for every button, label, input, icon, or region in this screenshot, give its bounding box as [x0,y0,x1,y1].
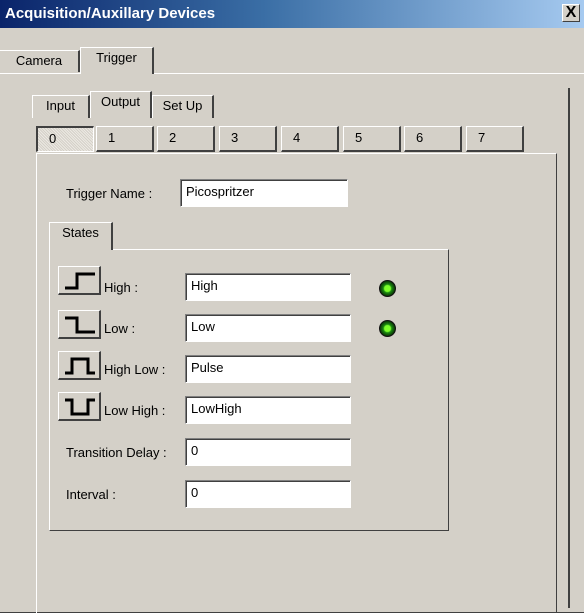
low-field[interactable]: Low [185,314,351,342]
high-field[interactable]: High [185,273,351,301]
tab-trigger[interactable]: Trigger [80,47,154,74]
channel-label-7: 7 [478,130,486,145]
positive-pulse-icon [65,357,95,375]
tab-setup[interactable]: Set Up [152,95,214,118]
channel-button-3[interactable]: 3 [219,126,277,152]
negative-pulse-icon [65,398,95,416]
channel-button-6[interactable]: 6 [404,126,462,152]
tab-output-label: Output [100,94,141,109]
window-title: Acquisition/Auxillary Devices [5,5,216,22]
tab-trigger-label: Trigger [96,50,137,65]
high-label: High : [104,280,138,295]
low-high-label: Low High : [104,403,166,418]
transition-delay-field[interactable]: 0 [185,438,351,466]
channel-label-6: 6 [416,130,424,145]
interval-label: Interval : [66,487,116,502]
tab-camera-label: Camera [15,53,63,68]
trigger-name-label: Trigger Name : [66,186,153,201]
close-icon: X [565,4,577,21]
falling-edge-icon [65,316,95,334]
close-button[interactable]: X [562,4,580,22]
tab-output[interactable]: Output [90,91,152,118]
low-label: Low : [104,321,136,336]
interval-field[interactable]: 0 [185,480,351,508]
window-title-bar: Acquisition/Auxillary Devices [0,0,584,28]
transition-delay-label: Transition Delay : [66,445,167,460]
tab-input[interactable]: Input [32,95,90,118]
channel-label-2: 2 [169,130,177,145]
high-indicator-led [379,280,396,297]
high-low-label: High Low : [104,362,166,377]
tab-setup-label: Set Up [162,98,203,113]
rising-edge-icon [65,272,95,290]
channel-label-5: 5 [355,130,363,145]
tab-input-label: Input [46,98,75,113]
channel-button-4[interactable]: 4 [281,126,339,152]
channel-button-0[interactable]: 0 [36,126,94,152]
trigger-panel-right-edge [568,88,570,608]
low-indicator-led [379,320,396,337]
high-low-field[interactable]: Pulse [185,355,351,383]
low-high-field[interactable]: LowHigh [185,396,351,424]
channel-label-3: 3 [231,130,239,145]
channel-label-0: 0 [49,131,57,146]
low-state-button[interactable] [58,310,101,339]
channel-button-7[interactable]: 7 [466,126,524,152]
channel-button-5[interactable]: 5 [343,126,401,152]
channel-label-4: 4 [293,130,301,145]
low-high-state-button[interactable] [58,392,101,421]
channel-label-1: 1 [108,130,116,145]
channel-button-1[interactable]: 1 [96,126,154,152]
tab-states-label: States [62,225,99,240]
tab-states[interactable]: States [49,222,113,250]
channel-button-2[interactable]: 2 [157,126,215,152]
high-state-button[interactable] [58,266,101,295]
high-low-state-button[interactable] [58,351,101,380]
trigger-name-field[interactable]: Picospritzer [180,179,348,207]
tab-camera[interactable]: Camera [0,50,80,72]
